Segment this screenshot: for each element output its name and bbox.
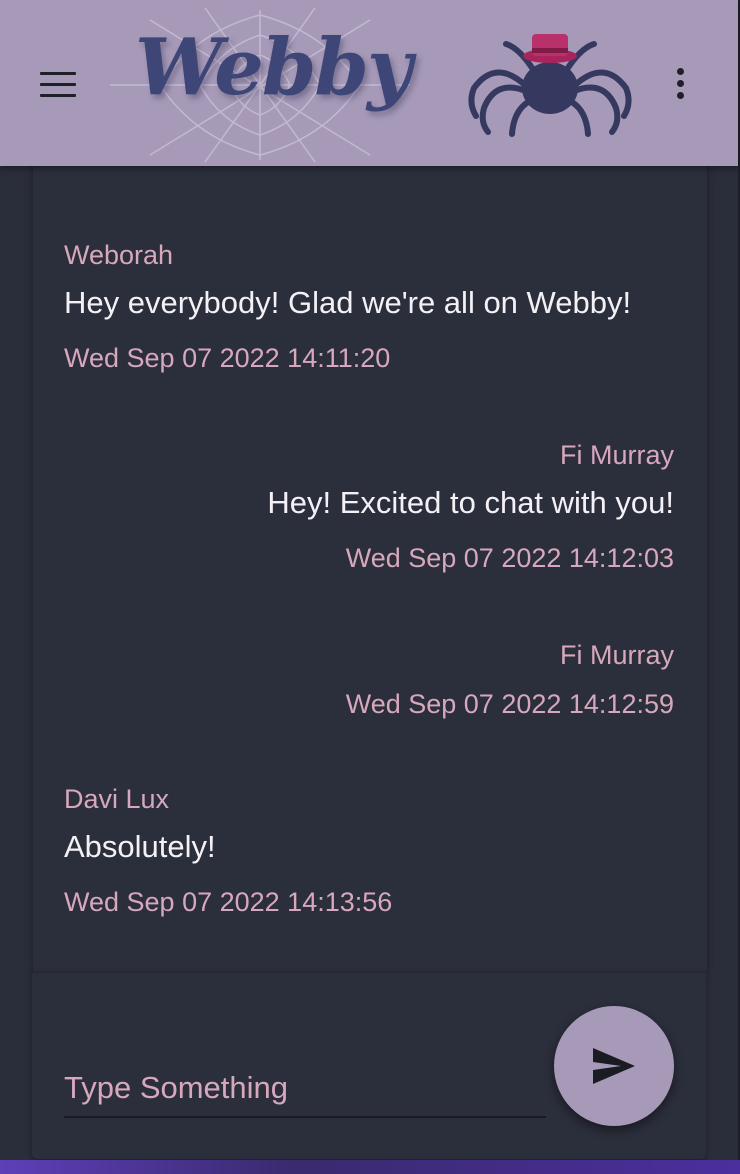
message-timestamp: Wed Sep 07 2022 14:12:03	[345, 543, 674, 573]
message-text: Hey everybody! Glad we're all on Webby!	[64, 285, 632, 320]
message-text: Absolutely!	[64, 829, 216, 864]
message-timestamp: Wed Sep 07 2022 14:12:59	[345, 689, 674, 719]
message-text: Hey! Excited to chat with you!	[267, 485, 674, 520]
message-item: Fi Murray Wed Sep 07 2022 14:12:59	[64, 640, 674, 720]
message-input[interactable]	[64, 1060, 546, 1116]
message-author: Fi Murray	[560, 640, 674, 670]
webby-logo: Webby	[105, 0, 415, 166]
kebab-menu-icon[interactable]	[672, 68, 688, 104]
send-icon	[593, 1048, 635, 1084]
message-input-field[interactable]	[64, 1060, 546, 1118]
message-timestamp: Wed Sep 07 2022 14:11:20	[64, 343, 391, 373]
window-frame-edge	[0, 1160, 740, 1174]
message-timestamp: Wed Sep 07 2022 14:13:56	[64, 887, 393, 917]
message-item: Fi Murray Hey! Excited to chat with you!…	[64, 440, 674, 574]
spider-with-top-hat-icon	[468, 34, 632, 137]
message-author: Davi Lux	[64, 784, 170, 814]
hamburger-menu-icon[interactable]	[40, 72, 76, 100]
logo-text: Webby	[135, 22, 412, 113]
send-button[interactable]	[554, 1006, 674, 1126]
message-item: Weborah Hey everybody! Glad we're all on…	[64, 240, 674, 374]
message-author: Fi Murray	[560, 440, 674, 470]
message-item: Davi Lux Absolutely! Wed Sep 07 2022 14:…	[64, 784, 674, 918]
app-header: Webby	[0, 0, 738, 166]
message-author: Weborah	[64, 240, 174, 270]
